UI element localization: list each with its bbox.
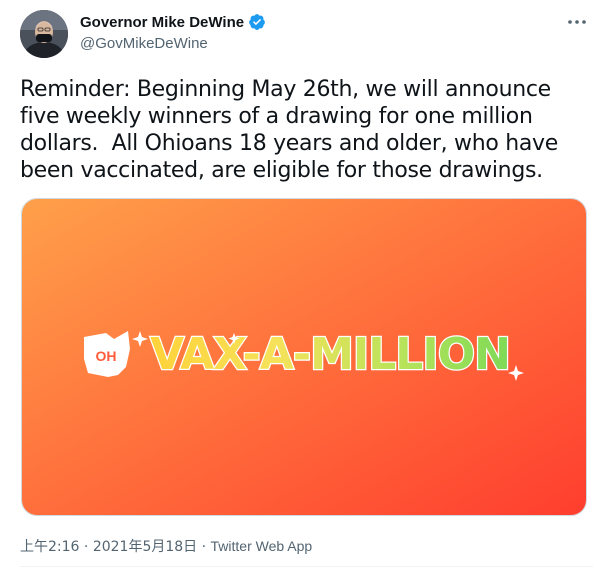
tweet-metadata: 上午2:16 · 2021年5月18日 · Twitter Web App xyxy=(20,538,313,555)
tweet-source[interactable]: Twitter Web App xyxy=(211,538,313,554)
more-options-icon[interactable] xyxy=(565,12,589,32)
vax-a-million-logo-text: VAX-A-MILLION xyxy=(150,329,510,380)
tweet-media-image[interactable]: OH VAX-A-MILLION xyxy=(21,198,587,516)
verified-badge-icon xyxy=(248,13,266,31)
user-handle[interactable]: @GovMikeDeWine xyxy=(80,35,266,52)
tweet-text: Reminder: Beginning May 26th, we will an… xyxy=(20,77,565,183)
tweet-timestamp[interactable]: 上午2:16 · 2021年5月18日 xyxy=(20,538,197,555)
name-row: Governor Mike DeWine xyxy=(80,12,266,32)
display-name[interactable]: Governor Mike DeWine xyxy=(80,14,244,31)
vax-a-million-banner: OH VAX-A-MILLION xyxy=(22,199,586,515)
profile-photo-icon xyxy=(20,10,68,58)
ohio-logo-text: OH xyxy=(96,348,117,364)
divider xyxy=(20,566,593,567)
avatar[interactable] xyxy=(20,10,68,58)
tweet-card: Governor Mike DeWine @GovMikeDeWine Remi… xyxy=(0,0,613,570)
author-info: Governor Mike DeWine @GovMikeDeWine xyxy=(80,12,266,52)
